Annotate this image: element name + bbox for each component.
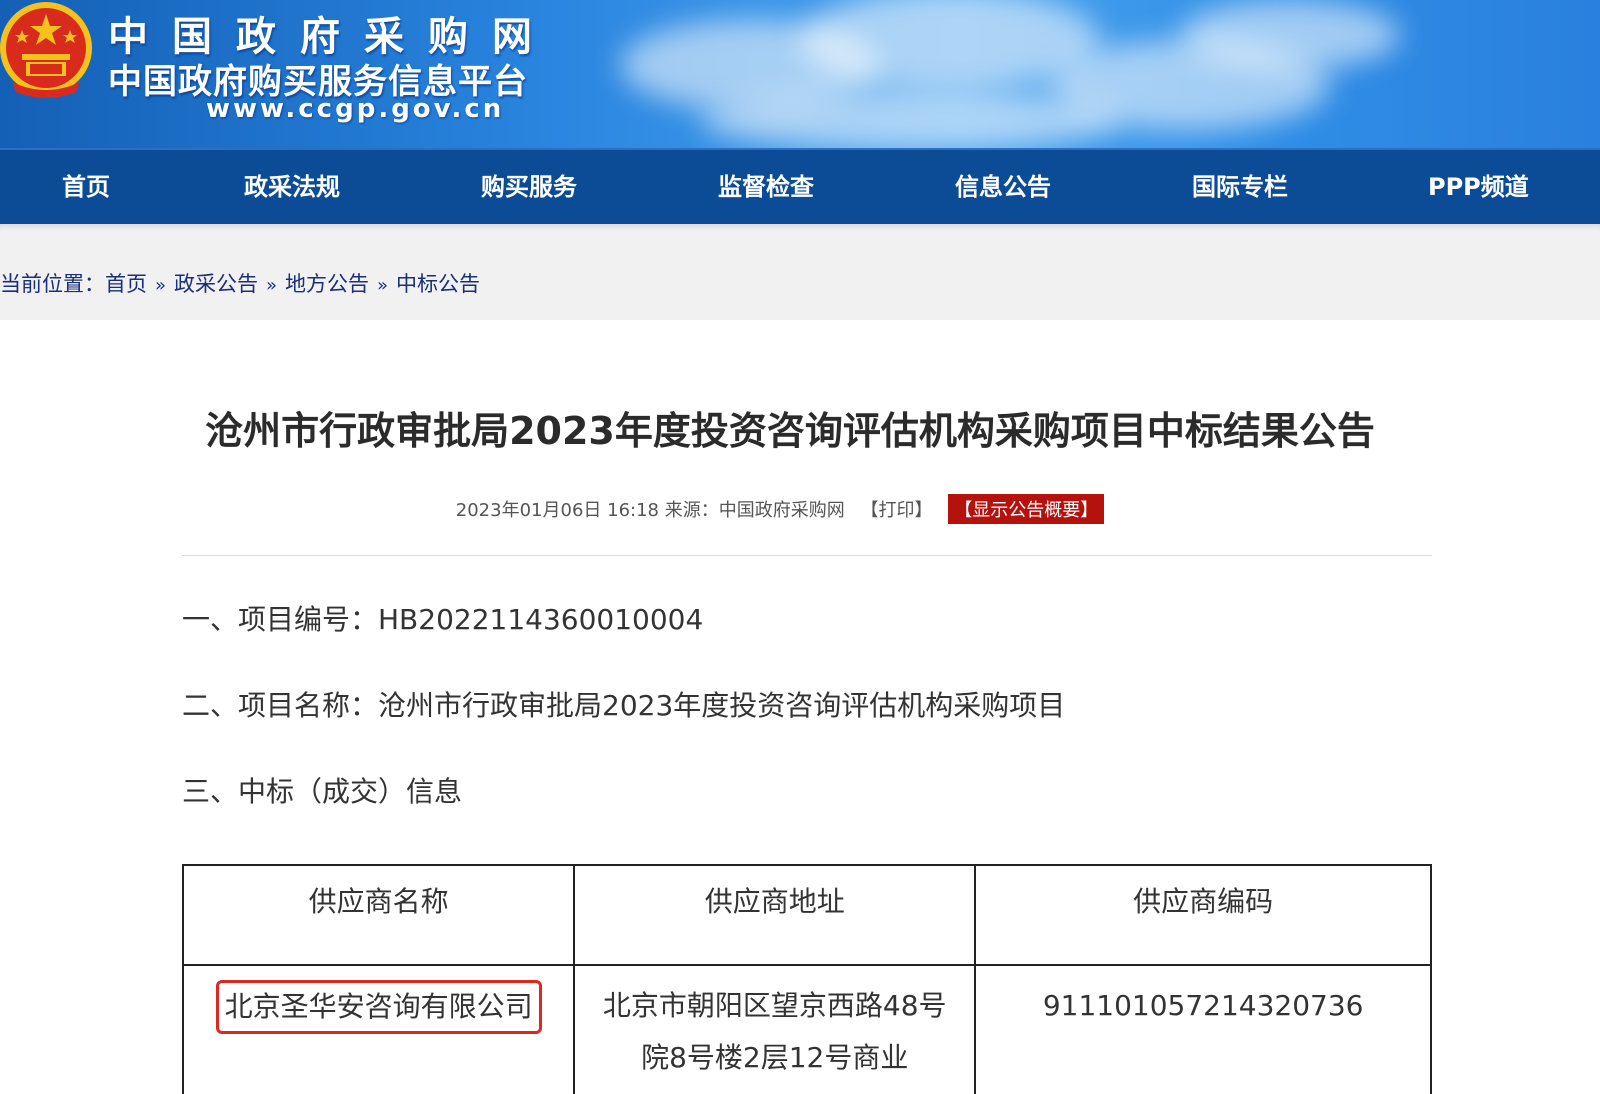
breadcrumb-award-notices[interactable]: 中标公告 — [396, 272, 480, 296]
nav-item-purchase-services[interactable]: 购买服务 — [481, 150, 577, 224]
breadcrumb-home[interactable]: 首页 — [105, 272, 147, 296]
address-line-1: 北京市朝阳区望京西路48号 — [602, 989, 947, 1022]
table-header-row: 供应商名称 供应商地址 供应商编码 — [181, 864, 1432, 966]
project-number: 一、项目编号：HB2022114360010004 — [182, 603, 704, 636]
breadcrumb-separator: » — [266, 275, 278, 296]
main-nav: 首页 政采法规 购买服务 监督检查 信息公告 国际专栏 PPP频道 — [0, 148, 1600, 224]
nav-item-international[interactable]: 国际专栏 — [1192, 150, 1288, 224]
breadcrumb-separator: » — [377, 275, 389, 296]
print-link[interactable]: 【打印】 — [860, 500, 932, 521]
winner-info-heading: 三、中标（成交）信息 — [182, 775, 463, 808]
article-meta: 2023年01月06日 16:18 来源：中国政府采购网 【打印】 【显示公告概… — [0, 494, 1560, 524]
nav-item-announcements[interactable]: 信息公告 — [955, 150, 1051, 224]
highlighted-supplier-name: 北京圣华安咨询有限公司 — [215, 980, 542, 1034]
article-source: 来源：中国政府采购网 — [664, 500, 845, 521]
site-logo-subtitle: 中国政府购买服务信息平台 — [108, 62, 528, 102]
breadcrumb-prefix: 当前位置： — [0, 272, 105, 296]
breadcrumb: 当前位置：首页 » 政采公告 » 地方公告 » 中标公告 — [0, 268, 480, 298]
breadcrumb-bar: 当前位置：首页 » 政采公告 » 地方公告 » 中标公告 — [0, 224, 1600, 320]
publish-date: 2023年01月06日 16:18 — [455, 500, 659, 521]
show-summary-button[interactable]: 【显示公告概要】 — [948, 494, 1105, 524]
header-supplier-code: 供应商编码 — [974, 864, 1432, 966]
cell-supplier-name: 北京圣华安咨询有限公司 — [181, 964, 576, 1094]
site-logo-title: 中国政府采购网 — [108, 13, 556, 60]
breadcrumb-separator: » — [155, 275, 167, 296]
table-row: 北京圣华安咨询有限公司 北京市朝阳区望京西路48号 院8号楼2层12号商业 91… — [181, 964, 1432, 1094]
national-emblem-icon — [0, 2, 92, 98]
nav-item-home[interactable]: 首页 — [62, 150, 110, 224]
site-banner: 中国政府采购网 中国政府购买服务信息平台 www.ccgp.gov.cn — [0, 0, 1600, 148]
project-name: 二、项目名称：沧州市行政审批局2023年度投资咨询评估机构采购项目 — [182, 689, 1066, 722]
site-logo-url: www.ccgp.gov.cn — [206, 94, 505, 124]
breadcrumb-procurement-notices[interactable]: 政采公告 — [174, 272, 258, 296]
divider — [182, 555, 1432, 556]
cell-supplier-address: 北京市朝阳区望京西路48号 院8号楼2层12号商业 — [573, 964, 977, 1094]
breadcrumb-local-notices[interactable]: 地方公告 — [285, 272, 369, 296]
nav-item-ppp[interactable]: PPP频道 — [1428, 150, 1529, 224]
header-supplier-address: 供应商地址 — [573, 864, 977, 966]
nav-item-supervision[interactable]: 监督检查 — [718, 150, 814, 224]
cell-supplier-code: 911101057214320736 — [974, 964, 1432, 1094]
header-supplier-name: 供应商名称 — [181, 864, 576, 966]
nav-item-regulations[interactable]: 政采法规 — [244, 150, 340, 224]
address-line-2: 院8号楼2层12号商业 — [641, 1041, 909, 1074]
winner-table: 供应商名称 供应商地址 供应商编码 北京圣华安咨询有限公司 北京市朝阳区望京西路… — [181, 864, 1432, 1094]
page-title: 沧州市行政审批局2023年度投资咨询评估机构采购项目中标结果公告 — [205, 409, 1375, 453]
